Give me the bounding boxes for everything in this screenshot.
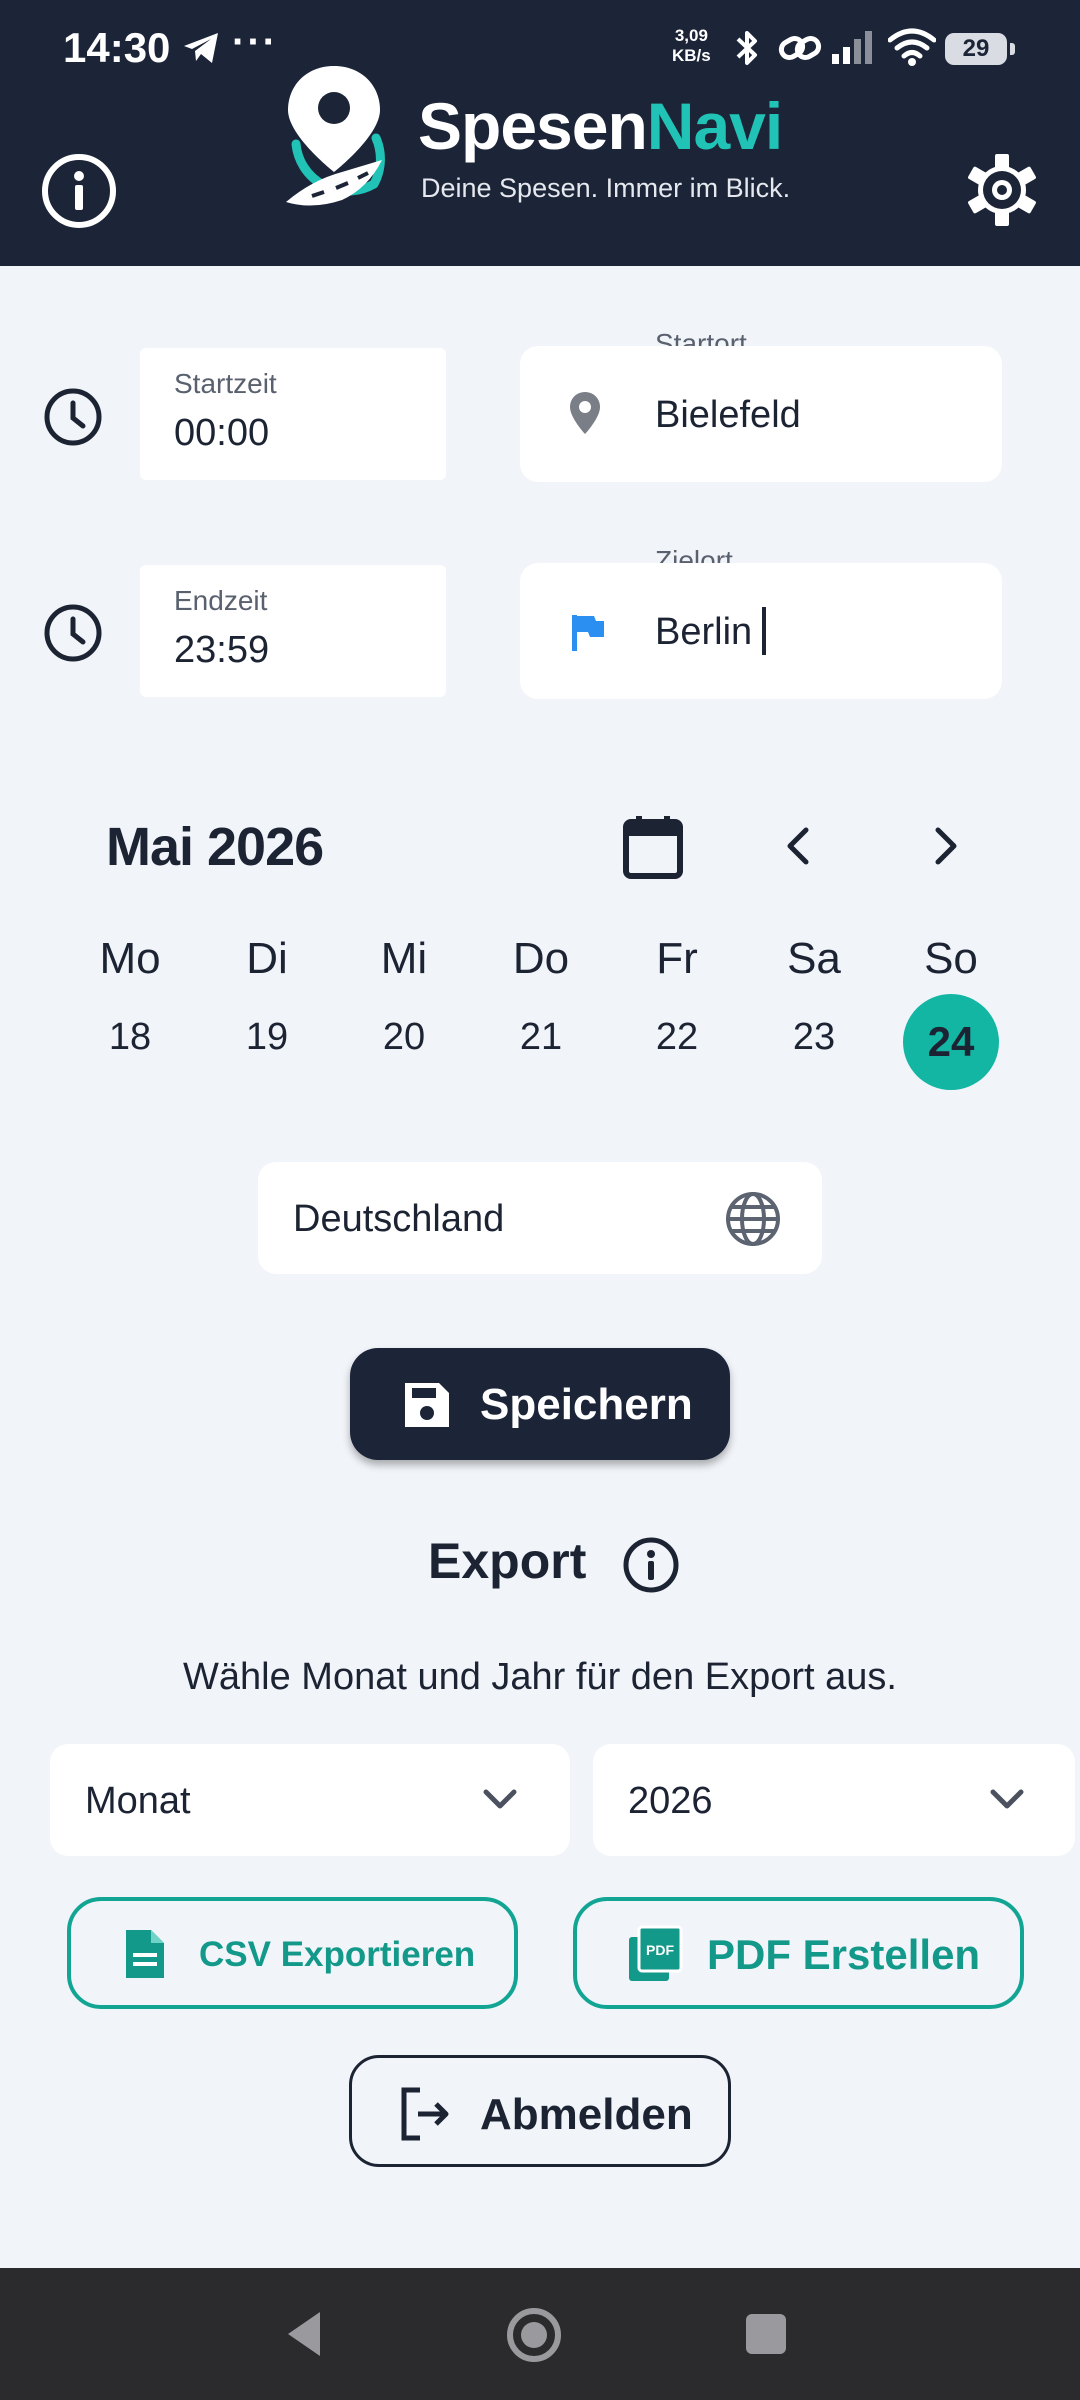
wifi-icon: [888, 28, 936, 66]
link-icon: [778, 36, 822, 60]
globe-icon: [726, 1192, 780, 1246]
battery-indicator: 29: [945, 33, 1015, 65]
month-select[interactable]: Monat: [50, 1744, 570, 1856]
recents-icon[interactable]: [744, 2312, 788, 2356]
export-title: Export: [428, 1533, 587, 1589]
country-select[interactable]: Deutschland: [258, 1162, 822, 1274]
text-cursor: [762, 607, 766, 655]
pdf-file-icon: PDF: [629, 1925, 683, 1981]
status-time: 14:30: [63, 24, 171, 71]
weekday-di: Di: [246, 934, 288, 983]
weekday-mi: Mi: [380, 934, 428, 983]
logout-icon: [401, 2087, 449, 2141]
day-22[interactable]: 22: [627, 1016, 727, 1059]
status-bar: 14:30 ··· 3,09 KB/s 29: [0, 0, 1080, 100]
weekday-do: Do: [512, 934, 570, 983]
bluetooth-icon: [736, 31, 757, 65]
csv-export-button[interactable]: CSV Exportieren: [67, 1897, 518, 2009]
day-21[interactable]: 21: [491, 1016, 591, 1059]
day-23[interactable]: 23: [764, 1016, 864, 1059]
start-location-field[interactable]: Bielefeld: [520, 346, 1002, 482]
export-info-icon[interactable]: [622, 1536, 680, 1594]
brand-tagline: Deine Spesen. Immer im Blick.: [421, 173, 791, 203]
start-time-field[interactable]: Startzeit 00:00: [140, 348, 446, 480]
flag-icon: [572, 615, 604, 651]
clock-icon: [44, 604, 102, 662]
chevron-down-icon: [990, 1789, 1024, 1809]
svg-text:PDF: PDF: [646, 1942, 674, 1958]
weekday-fr: Fr: [656, 934, 698, 983]
spesennavi-logo-icon: [286, 66, 385, 206]
more-notifications-icon: ···: [232, 20, 278, 64]
previous-month-chevron-icon[interactable]: [780, 822, 816, 870]
app-header: 14:30 ··· 3,09 KB/s 29 SpesenNavi Deine …: [0, 0, 1080, 266]
pdf-create-button[interactable]: PDF PDF Erstellen: [573, 1897, 1024, 2009]
save-button[interactable]: Speichern: [350, 1348, 730, 1460]
calendar-icon[interactable]: [622, 814, 684, 880]
weekday-so: So: [924, 934, 978, 983]
end-time-field[interactable]: Endzeit 23:59: [140, 565, 446, 697]
system-navigation-bar: [0, 2268, 1080, 2400]
weekday-mo: Mo: [99, 934, 161, 983]
day-20[interactable]: 20: [354, 1016, 454, 1059]
clock-icon: [44, 388, 102, 446]
chevron-down-icon: [483, 1789, 517, 1809]
settings-gear-icon[interactable]: [962, 150, 1042, 230]
location-pin-icon: [570, 392, 600, 434]
day-18[interactable]: 18: [80, 1016, 180, 1059]
day-24-selected[interactable]: 24: [903, 994, 999, 1090]
floppy-disk-icon: [405, 1383, 449, 1427]
day-19[interactable]: 19: [217, 1016, 317, 1059]
month-title: Mai 2026: [106, 817, 324, 877]
signal-icon: [832, 31, 872, 64]
logout-button[interactable]: Abmelden: [349, 2055, 731, 2167]
info-icon[interactable]: [40, 152, 118, 230]
export-description: Wähle Monat und Jahr für den Export aus.: [183, 1656, 897, 1698]
document-icon: [126, 1930, 164, 1978]
destination-field[interactable]: Berlin: [520, 563, 1002, 699]
home-icon[interactable]: [505, 2306, 563, 2364]
year-select[interactable]: 2026: [593, 1744, 1075, 1856]
network-speed: 3,09 KB/s: [672, 26, 711, 65]
telegram-icon: [184, 33, 218, 63]
brand-name: SpesenNavi: [418, 89, 783, 163]
weekday-sa: Sa: [787, 934, 841, 983]
next-month-chevron-icon[interactable]: [928, 822, 964, 870]
back-icon[interactable]: [282, 2308, 326, 2360]
